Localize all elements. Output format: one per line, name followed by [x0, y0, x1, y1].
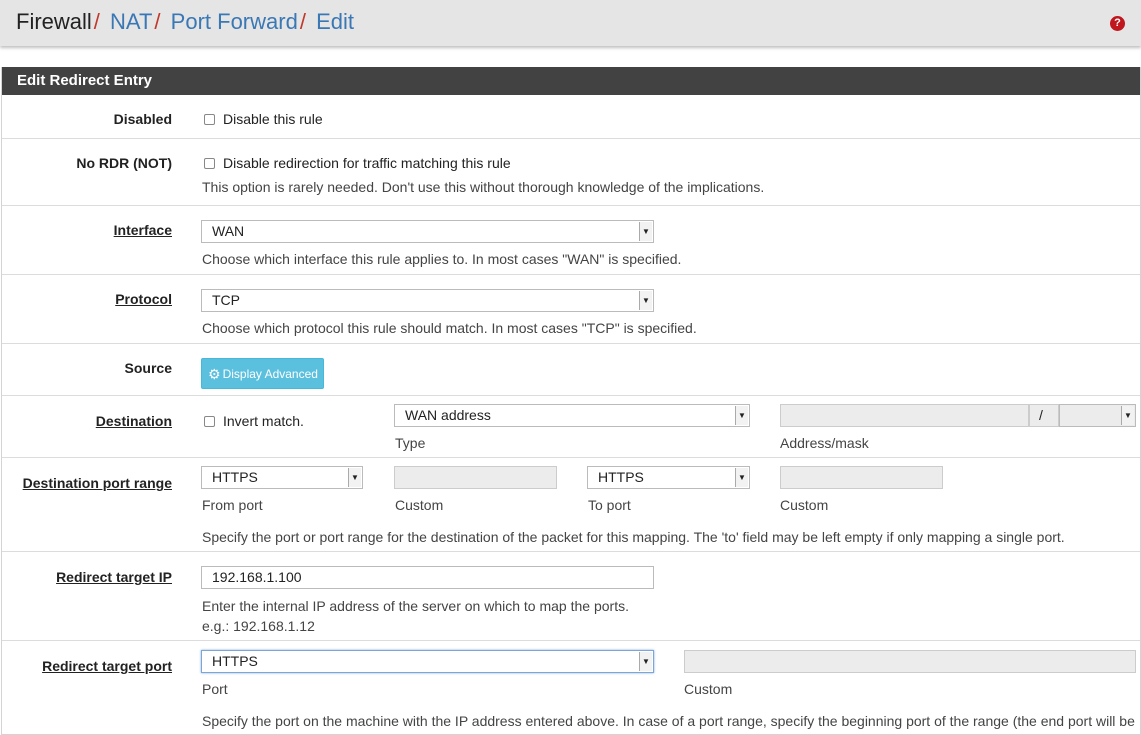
chevron-down-icon: ▼ — [639, 291, 652, 310]
to-port-caption: To port — [588, 497, 631, 513]
protocol-value: TCP — [212, 292, 240, 308]
from-port-value: HTTPS — [212, 469, 258, 485]
row-source: Source ⚙ Display Advanced — [2, 344, 1140, 396]
breadcrumb-separator: / — [299, 9, 306, 34]
redirect-target-port-label[interactable]: Redirect target port — [42, 658, 172, 674]
panel-title: Edit Redirect Entry — [2, 67, 1140, 95]
invert-match-text: Invert match. — [223, 413, 304, 429]
redirect-target-ip-label[interactable]: Redirect target IP — [56, 569, 172, 585]
top-bar: Firewall/ NAT/ Port Forward/ Edit ? — [0, 0, 1141, 46]
redirect-target-ip-help: Enter the internal IP address of the ser… — [202, 598, 629, 614]
row-destination: Destination Invert match. WAN address ▼ … — [2, 396, 1140, 458]
chevron-down-icon: ▼ — [1121, 406, 1134, 425]
disable-rule-option[interactable]: Disable this rule — [204, 111, 323, 127]
breadcrumb-firewall: Firewall — [16, 9, 92, 34]
disable-rule-checkbox[interactable] — [204, 114, 215, 125]
nordr-text: Disable redirection for traffic matching… — [223, 155, 511, 171]
custom-caption-3: Custom — [684, 681, 733, 697]
to-port-select[interactable]: HTTPS ▼ — [587, 466, 750, 489]
nordr-help: This option is rarely needed. Don't use … — [202, 179, 765, 195]
interface-help: Choose which interface this rule applies… — [202, 251, 682, 267]
redirect-target-port-select[interactable]: HTTPS ▼ — [201, 650, 654, 673]
chevron-down-icon: ▼ — [639, 222, 652, 241]
address-mask-caption: Address/mask — [780, 435, 869, 451]
row-redirect-target-ip: Redirect target IP 192.168.1.100 Enter t… — [2, 552, 1140, 641]
nordr-option[interactable]: Disable redirection for traffic matching… — [204, 155, 511, 171]
breadcrumb-nat[interactable]: NAT — [110, 9, 152, 34]
nordr-checkbox[interactable] — [204, 158, 215, 169]
interface-value: WAN — [212, 223, 245, 239]
row-disabled: Disabled Disable this rule — [2, 95, 1140, 139]
gear-icon: ⚙ — [208, 366, 221, 382]
redirect-target-ip-example: e.g.: 192.168.1.12 — [202, 618, 315, 634]
interface-label[interactable]: Interface — [114, 222, 172, 238]
source-label: Source — [124, 360, 172, 376]
row-nordr: No RDR (NOT) Disable redirection for tra… — [2, 139, 1140, 206]
mask-separator-text: / — [1039, 407, 1043, 423]
row-redirect-target-port: Redirect target port HTTPS ▼ Port Custom… — [2, 641, 1140, 734]
redirect-target-ip-value: 192.168.1.100 — [212, 569, 302, 585]
custom-caption-2: Custom — [780, 497, 829, 513]
destination-port-range-label[interactable]: Destination port range — [23, 475, 172, 491]
help-icon[interactable]: ? — [1110, 16, 1125, 31]
disabled-label: Disabled — [113, 111, 172, 127]
protocol-help: Choose which protocol this rule should m… — [202, 320, 697, 336]
redirect-target-ip-input[interactable]: 192.168.1.100 — [201, 566, 654, 589]
redirect-target-port-value: HTTPS — [212, 653, 258, 669]
breadcrumb-port-forward[interactable]: Port Forward — [171, 9, 298, 34]
display-advanced-button[interactable]: ⚙ Display Advanced — [201, 358, 324, 389]
to-port-custom-input[interactable] — [780, 466, 943, 489]
port-caption: Port — [202, 681, 228, 697]
type-caption: Type — [395, 435, 426, 451]
destination-label[interactable]: Destination — [96, 413, 172, 429]
breadcrumb-edit[interactable]: Edit — [316, 9, 354, 34]
custom-caption-1: Custom — [395, 497, 444, 513]
chevron-down-icon: ▼ — [639, 652, 652, 671]
protocol-select[interactable]: TCP ▼ — [201, 289, 654, 312]
destination-port-help: Specify the port or port range for the d… — [202, 529, 1065, 545]
redirect-target-port-custom-input[interactable] — [684, 650, 1136, 673]
destination-mask-select[interactable]: ▼ — [1059, 404, 1136, 427]
from-port-select[interactable]: HTTPS ▼ — [201, 466, 363, 489]
from-port-custom-input[interactable] — [394, 466, 557, 489]
disable-rule-text: Disable this rule — [223, 111, 323, 127]
breadcrumb: Firewall/ NAT/ Port Forward/ Edit — [16, 9, 354, 35]
from-port-caption: From port — [202, 497, 263, 513]
row-protocol: Protocol TCP ▼ Choose which protocol thi… — [2, 275, 1140, 344]
destination-type-value: WAN address — [405, 407, 491, 423]
redirect-target-port-help: Specify the port on the machine with the… — [202, 713, 1135, 729]
destination-address-input[interactable] — [780, 404, 1029, 427]
to-port-value: HTTPS — [598, 469, 644, 485]
row-destination-port-range: Destination port range HTTPS ▼ From port… — [2, 458, 1140, 552]
chevron-down-icon: ▼ — [735, 406, 748, 425]
chevron-down-icon: ▼ — [735, 468, 748, 487]
edit-redirect-panel: Edit Redirect Entry Disabled Disable thi… — [1, 67, 1141, 735]
interface-select[interactable]: WAN ▼ — [201, 220, 654, 243]
breadcrumb-separator: / — [93, 9, 100, 34]
breadcrumb-separator: / — [154, 9, 161, 34]
mask-separator: / — [1029, 404, 1059, 427]
invert-match-checkbox[interactable] — [204, 416, 215, 427]
display-advanced-label: Display Advanced — [222, 367, 318, 381]
nordr-label: No RDR (NOT) — [76, 155, 172, 171]
protocol-label[interactable]: Protocol — [115, 291, 172, 307]
destination-type-select[interactable]: WAN address ▼ — [394, 404, 750, 427]
row-interface: Interface WAN ▼ Choose which interface t… — [2, 206, 1140, 275]
invert-match-option[interactable]: Invert match. — [204, 413, 304, 429]
chevron-down-icon: ▼ — [348, 468, 361, 487]
